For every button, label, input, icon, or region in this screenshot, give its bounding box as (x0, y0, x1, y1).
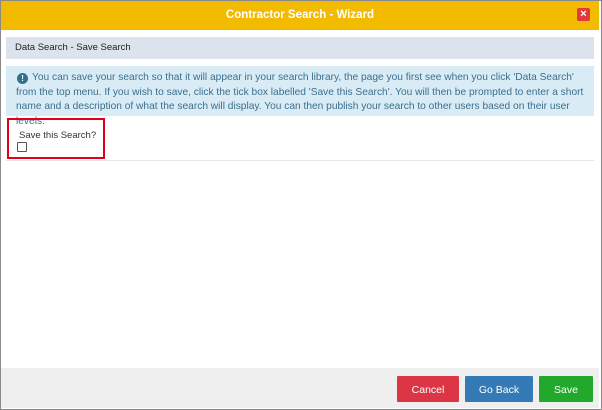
title-bar: Contractor Search - Wizard × (1, 1, 599, 30)
save-search-checkbox[interactable] (17, 142, 27, 152)
divider (6, 160, 594, 161)
section-header: Data Search - Save Search (6, 37, 594, 59)
dialog-title: Contractor Search - Wizard (225, 9, 375, 21)
close-icon: × (580, 8, 587, 20)
wizard-dialog (0, 0, 602, 410)
section-title: Data Search - Save Search (15, 42, 131, 53)
go-back-button[interactable]: Go Back (465, 376, 533, 402)
cancel-button[interactable]: Cancel (397, 376, 459, 402)
info-alert: ! You can save your search so that it wi… (6, 66, 594, 127)
save-search-label: Save this Search? (19, 130, 97, 141)
save-button[interactable]: Save (539, 376, 593, 402)
close-button[interactable]: × (577, 8, 590, 21)
